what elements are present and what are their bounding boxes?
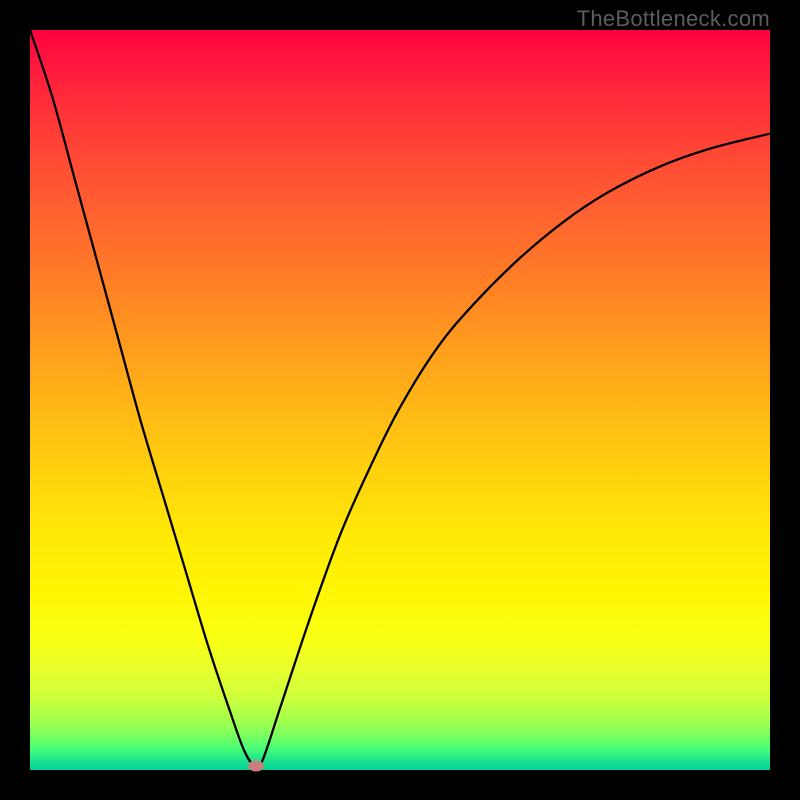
plot-area (30, 30, 770, 770)
bottleneck-curve (30, 30, 770, 770)
chart-container: TheBottleneck.com (0, 0, 800, 800)
optimum-marker (248, 761, 264, 772)
watermark-text: TheBottleneck.com (577, 6, 770, 32)
